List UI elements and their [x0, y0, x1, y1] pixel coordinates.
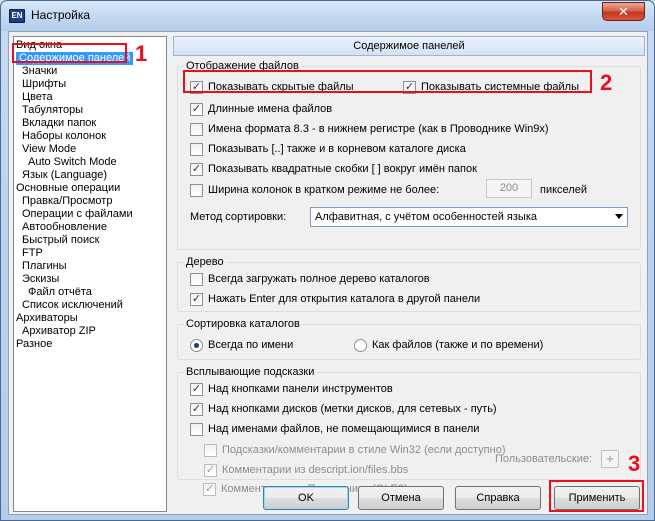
- annotation-number-3: 3: [628, 451, 641, 476]
- tree-item[interactable]: Список исключений: [22, 299, 123, 312]
- tree-item[interactable]: Цвета: [22, 91, 53, 104]
- column-width-input[interactable]: 200: [486, 179, 532, 198]
- ok-button[interactable]: OK: [263, 486, 349, 510]
- column-width-unit: пикселей: [540, 184, 587, 196]
- tree-item[interactable]: Архиваторы: [16, 312, 78, 325]
- settings-window: EN Настройка ✕ Вид окна Содержимое панеле…: [0, 0, 655, 521]
- highlight-box-1: [12, 43, 127, 63]
- checkbox-label: Всегда загружать полное дерево каталогов: [208, 273, 430, 285]
- tree-item[interactable]: Архиватор ZIP: [22, 325, 96, 338]
- tree-item[interactable]: Плагины: [22, 260, 67, 273]
- checkbox-label: Показывать [..] также и в корневом катал…: [208, 143, 466, 155]
- group-dir-sort: Сортировка каталогов Всегда по имени Как…: [177, 317, 641, 360]
- tree-item[interactable]: View Mode: [22, 143, 76, 156]
- tree-item[interactable]: Шрифты: [22, 78, 66, 91]
- group-title: Всплывающие подсказки: [184, 365, 317, 379]
- tree-item[interactable]: Auto Switch Mode: [28, 156, 117, 169]
- tree-item[interactable]: Разное: [16, 338, 52, 351]
- tree-item[interactable]: Автообновление: [22, 221, 107, 234]
- group-tree: Дерево Всегда загружать полное дерево ка…: [177, 255, 641, 312]
- checkbox-label: Над кнопками панели инструментов: [208, 383, 393, 395]
- sort-method-value: Алфавитная, с учётом особенностей языка: [315, 211, 537, 223]
- radio-label: Всегда по имени: [208, 339, 294, 351]
- tree-item[interactable]: Файл отчёта: [28, 286, 92, 299]
- checkbox-box[interactable]: [190, 273, 203, 286]
- checkbox-box[interactable]: ✓: [190, 293, 203, 306]
- highlight-box-2: [183, 70, 592, 93]
- tree-item[interactable]: Быстрый поиск: [22, 234, 99, 247]
- checkbox-box[interactable]: ✓: [190, 403, 203, 416]
- tree-item[interactable]: Правка/Просмотр: [22, 195, 112, 208]
- checkbox-box[interactable]: [190, 143, 203, 156]
- title-bar[interactable]: EN Настройка ✕: [1, 1, 654, 31]
- panel-header: Содержимое панелей: [173, 36, 645, 56]
- checkbox-label: Длинные имена файлов: [208, 103, 333, 115]
- checkbox-box[interactable]: [204, 444, 217, 457]
- custom-tooltips-label: Пользовательские:: [495, 453, 593, 465]
- checkbox-box[interactable]: [190, 123, 203, 136]
- tree-item[interactable]: Язык (Language): [22, 169, 107, 182]
- checkbox-label: Нажать Enter для открытия каталога в дру…: [208, 293, 481, 305]
- settings-tree[interactable]: Вид окна Содержимое панелей Значки Шрифты Цв…: [13, 36, 167, 512]
- tree-item[interactable]: Табуляторы: [22, 104, 83, 117]
- checkbox-label: Над именами файлов, не помещающимися в п…: [208, 423, 480, 435]
- tree-item[interactable]: Наборы колонок: [22, 130, 106, 143]
- checkbox-box[interactable]: ✓: [190, 383, 203, 396]
- sort-method-label: Метод сортировки:: [190, 211, 287, 223]
- dropdown-arrow-icon: [615, 214, 623, 219]
- close-button[interactable]: ✕: [602, 2, 645, 21]
- checkbox-box[interactable]: ✓: [190, 163, 203, 176]
- checkbox-label: Показывать квадратные скобки [ ] вокруг …: [208, 163, 477, 175]
- custom-tooltips-add-button[interactable]: +: [601, 450, 619, 468]
- checkbox-box[interactable]: ✓: [204, 464, 217, 477]
- checkbox-label: Имена формата 8.3 - в нижнем регистре (к…: [208, 123, 549, 135]
- checkbox-label: Комментарии из descript.ion/files.bbs: [222, 464, 409, 476]
- highlight-box-3: [549, 480, 644, 512]
- window-title: Настройка: [31, 8, 91, 22]
- annotation-number-1: 1: [135, 41, 148, 66]
- tree-item[interactable]: FTP: [22, 247, 43, 260]
- tree-item[interactable]: Основные операции: [16, 182, 120, 195]
- settings-panel: Содержимое панелей Отображение файлов ✓ …: [173, 36, 645, 496]
- checkbox-box[interactable]: ✓: [190, 103, 203, 116]
- cancel-button[interactable]: Отмена: [358, 486, 444, 510]
- help-button[interactable]: Справка: [455, 486, 541, 510]
- group-title: Дерево: [184, 255, 226, 269]
- checkbox-label: Ширина колонок в кратком режиме не более…: [208, 184, 440, 196]
- tree-item[interactable]: Эскизы: [22, 273, 59, 286]
- sort-method-select[interactable]: Алфавитная, с учётом особенностей языка: [310, 207, 628, 227]
- radio-circle[interactable]: [354, 339, 367, 352]
- checkbox-label: Подсказки/комментарии в стиле Win32 (есл…: [222, 444, 506, 456]
- radio-label: Как файлов (также и по времени): [372, 339, 544, 351]
- radio-circle[interactable]: [190, 339, 203, 352]
- tree-item[interactable]: Значки: [22, 65, 57, 78]
- group-file-display: Отображение файлов ✓ Показывать скрытые …: [177, 59, 641, 250]
- checkbox-box[interactable]: [190, 423, 203, 436]
- app-icon: EN: [9, 9, 25, 23]
- group-title: Сортировка каталогов: [184, 317, 302, 331]
- dialog-client: Вид окна Содержимое панелей Значки Шрифты Цв…: [8, 31, 648, 515]
- tree-item[interactable]: Вкладки папок: [22, 117, 96, 130]
- tree-item[interactable]: Операции с файлами: [22, 208, 133, 221]
- annotation-number-2: 2: [600, 70, 613, 95]
- checkbox-box[interactable]: ✓: [203, 483, 216, 496]
- checkbox-box[interactable]: [190, 184, 203, 197]
- checkbox-label: Над кнопками дисков (метки дисков, для с…: [208, 403, 497, 415]
